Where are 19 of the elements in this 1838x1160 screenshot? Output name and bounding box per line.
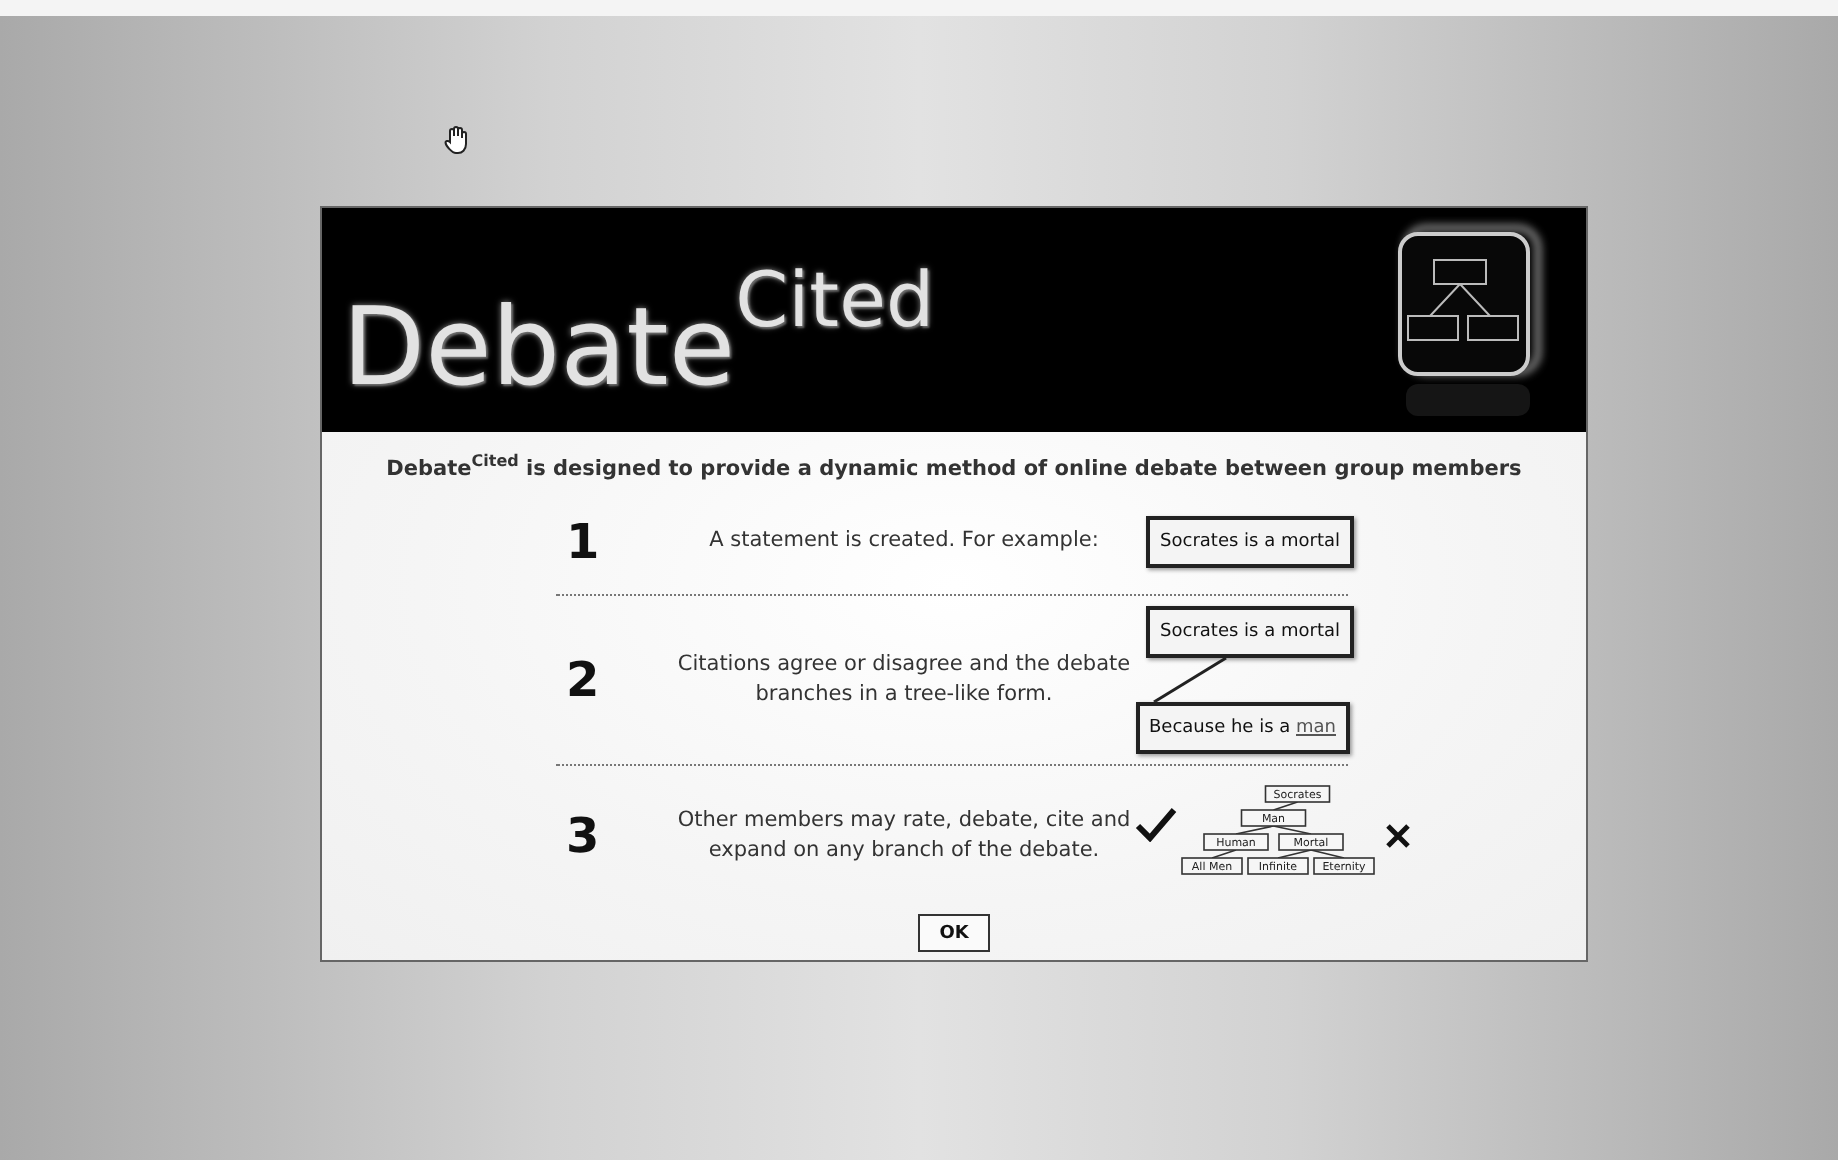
step-description: Other members may rate, debate, cite and expand on any branch of the debate. (675, 805, 1133, 865)
step-number: 2 (564, 651, 602, 707)
statement-box: Socrates is a mortal (1146, 515, 1354, 567)
checkmark-icon (1134, 805, 1178, 841)
connector-line (1211, 848, 1237, 858)
ok-button[interactable]: OK (917, 913, 991, 951)
intro-text: Debate$^{Cited}$ is designed to provide a dynamic method of online debate between group members (384, 452, 1524, 481)
step-description: Citations agree or disagree and the debate branches in a tree-like form. (675, 649, 1133, 709)
connector-line (1272, 800, 1299, 810)
citation-link[interactable]: man (1296, 717, 1336, 737)
app-title-superscript: Cited (735, 260, 935, 345)
hand-cursor-icon (444, 126, 468, 154)
cross-icon (1386, 823, 1410, 847)
step-number: 1 (564, 513, 602, 569)
citation-text: Because he is a (1149, 717, 1293, 737)
step-number: 3 (564, 807, 602, 863)
step-description: A statement is created. For example: (707, 526, 1101, 556)
statement-box: Socrates is a mortal (1146, 605, 1354, 657)
app-title: Debate (342, 288, 736, 408)
